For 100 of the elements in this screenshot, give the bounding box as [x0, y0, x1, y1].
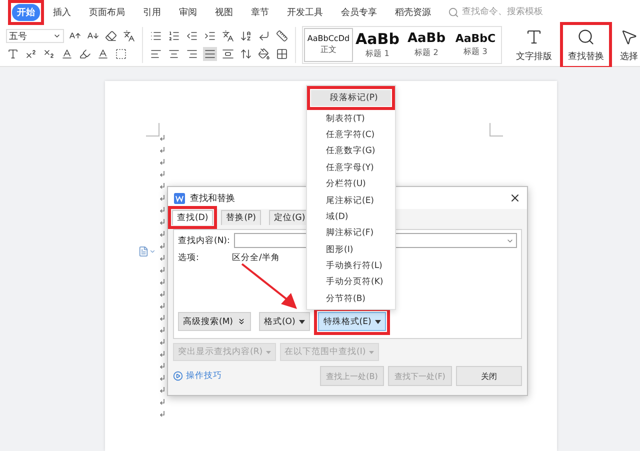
align-right-icon[interactable]: [185, 47, 199, 61]
document-icon[interactable]: [138, 246, 156, 257]
paragraph-mark-icon: [160, 183, 165, 189]
caret-icon: [375, 320, 382, 324]
paragraph-mark-icon[interactable]: [257, 29, 271, 43]
superscript-icon[interactable]: [24, 47, 38, 61]
ruler-icon[interactable]: [275, 29, 289, 43]
paragraph-mark-icon: [160, 303, 165, 309]
find-label: 查找内容(N):: [178, 234, 230, 246]
menu-item[interactable]: 制表符(T): [307, 110, 395, 127]
text-effect-icon[interactable]: [6, 47, 20, 61]
subscript-icon[interactable]: [42, 47, 56, 61]
indent-icon[interactable]: [203, 29, 217, 43]
paragraph-mark-icon: [160, 399, 165, 405]
caret-icon: [266, 350, 271, 354]
paragraph-mark-icon: [160, 351, 165, 357]
numbered-list-icon[interactable]: [167, 29, 181, 43]
menu-item[interactable]: 分节符(B): [307, 290, 395, 308]
ribbon-tab[interactable]: 开始: [12, 4, 40, 20]
ribbon-tab[interactable]: 插入: [48, 4, 76, 20]
paragraph-mark-icon: [160, 291, 165, 297]
caret-icon: [368, 350, 374, 354]
paragraph-mark-icon: [160, 411, 165, 417]
close-icon[interactable]: [509, 192, 521, 204]
dialog-title: 查找和替换: [190, 192, 235, 204]
ribbon-command-button[interactable]: 查找替换: [564, 26, 608, 64]
paragraph-mark-icon: [160, 159, 165, 165]
options-label: 选项:: [178, 252, 200, 264]
paragraph-mark-icon: [160, 243, 165, 249]
annotation-arrow: [241, 263, 297, 309]
menu-item[interactable]: 任意字符(C): [307, 126, 395, 144]
dialog-button[interactable]: 关闭: [456, 366, 522, 386]
caret-icon: [299, 320, 306, 324]
tips-link[interactable]: 操作技巧: [173, 370, 222, 382]
play-icon: [173, 371, 183, 381]
pointer-icon: [620, 28, 638, 46]
menu-item[interactable]: 域(D): [307, 208, 395, 226]
highlighter-icon[interactable]: [78, 47, 92, 61]
borders-icon[interactable]: [275, 47, 289, 61]
caret-icon: [53, 32, 61, 40]
eraser-icon[interactable]: [104, 29, 118, 43]
paragraph-mark-icon: [160, 267, 165, 273]
ribbon-tab[interactable]: 页面布局: [84, 4, 130, 20]
shading-icon[interactable]: [257, 47, 271, 61]
paragraph-mark-icon: [160, 387, 165, 393]
font-size-dropdown[interactable]: 五号: [6, 29, 64, 43]
ribbon-tab[interactable]: 视图: [210, 4, 238, 20]
style-preset[interactable]: AaBbCcDd 正文: [304, 28, 353, 62]
menu-item[interactable]: 图形(I): [307, 242, 395, 258]
dialog-option-button[interactable]: 格式(O): [258, 312, 310, 331]
dialog-option-button[interactable]: 特殊格式(E): [318, 312, 386, 331]
menu-item[interactable]: 段落标记(P): [311, 90, 391, 106]
boxed-letter-icon[interactable]: [114, 47, 128, 61]
options-value: 区分全/半角: [232, 252, 280, 264]
paragraph-mark-icon: [160, 375, 165, 381]
paragraph-mark-icon: [160, 255, 165, 261]
ribbon-tab[interactable]: 章节: [246, 4, 274, 20]
ribbon-tab[interactable]: 引用: [138, 4, 166, 20]
paragraph-mark-icon: [160, 231, 165, 237]
paragraph-mark-icon: [160, 279, 165, 285]
paragraph-mark-icon: [160, 147, 165, 153]
ribbon-tab[interactable]: 开发工具: [282, 4, 328, 20]
menu-item[interactable]: 任意字母(Y): [307, 160, 395, 176]
dialog-option-button[interactable]: 高级搜索(M): [178, 312, 251, 331]
menu-item[interactable]: 手动分页符(K): [307, 274, 395, 291]
line-spacing-icon[interactable]: [239, 47, 253, 61]
text-layout-icon: [525, 28, 543, 46]
paragraph-mark-icon: [160, 339, 165, 345]
ribbon-tab[interactable]: 会员专享: [336, 4, 382, 20]
menu-item[interactable]: 分栏符(U): [307, 176, 395, 192]
dialog-tab[interactable]: 替换(P): [221, 210, 261, 225]
app-icon: [174, 192, 185, 204]
paragraph-mark-icon: [160, 207, 165, 213]
menu-item[interactable]: 脚注标记(F): [307, 225, 395, 242]
ribbon-tab[interactable]: 审阅: [174, 4, 202, 20]
paragraph-mark-icon: [160, 363, 165, 369]
paragraph-mark-icon: [160, 195, 165, 201]
ribbon-tab[interactable]: 稻壳资源: [390, 4, 436, 20]
paragraph-mark-icon: [160, 219, 165, 225]
paragraph-mark-icon: [160, 135, 165, 141]
expand-icon: [236, 317, 246, 326]
search-icon: [448, 6, 459, 18]
distribute-icon[interactable]: [221, 47, 235, 61]
ribbon-command-button[interactable]: 选择: [616, 26, 640, 64]
menu-item[interactable]: 任意数字(G): [307, 143, 395, 160]
align-center-icon[interactable]: [167, 47, 181, 61]
font-color-icon[interactable]: [96, 47, 110, 61]
dialog-tab[interactable]: 查找(D): [172, 210, 214, 225]
ribbon-command-button[interactable]: 文字排版: [512, 26, 556, 64]
margin-corner-icon: [146, 123, 160, 137]
align-left-icon[interactable]: [149, 47, 163, 61]
sort-icon[interactable]: [239, 29, 253, 43]
paragraph-mark-icon: [160, 327, 165, 333]
menu-item[interactable]: 尾注标记(E): [307, 192, 395, 209]
search-icon: [577, 28, 595, 46]
menu-item[interactable]: 手动换行符(L): [307, 258, 395, 274]
paragraph-mark-icon: [160, 315, 165, 321]
justify-icon[interactable]: [203, 47, 217, 61]
margin-corner-icon: [489, 123, 503, 137]
outdent-icon[interactable]: [185, 29, 199, 43]
